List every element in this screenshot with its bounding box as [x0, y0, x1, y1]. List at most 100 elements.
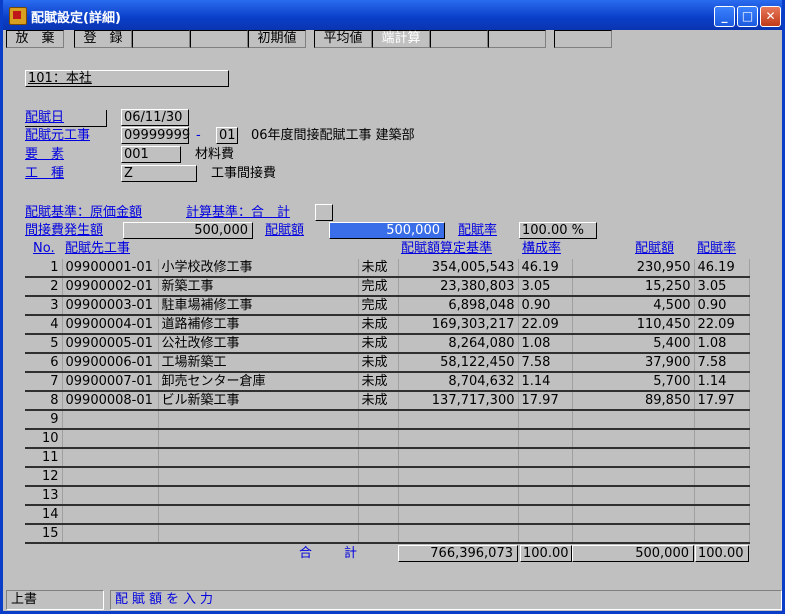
cell-alloc-amount[interactable]: 5,400 — [572, 334, 695, 354]
fkey-rounding[interactable]: 端計算 — [372, 30, 430, 48]
cell-ratio[interactable] — [518, 505, 573, 525]
table-row[interactable]: 13 — [25, 486, 750, 506]
cell-status[interactable]: 未成 — [358, 334, 399, 354]
cell-ratio[interactable]: 0.90 — [518, 296, 573, 316]
table-row[interactable]: 3 09900003-01 駐車場補修工事 完成 6,898,048 0.90 4,500 0… — [25, 296, 750, 316]
cell-ratio[interactable]: 22.09 — [518, 315, 573, 335]
fkey-abandon[interactable]: 放 棄 — [6, 30, 64, 48]
cell-alloc-rate[interactable]: 3.05 — [694, 277, 750, 297]
cell-basis-amount[interactable] — [398, 410, 519, 430]
cell-basis-amount[interactable] — [398, 448, 519, 468]
cell-basis-amount[interactable] — [398, 429, 519, 449]
cell-alloc-rate[interactable] — [694, 410, 750, 430]
minimize-button[interactable]: _ — [714, 6, 735, 27]
cell-dest-name[interactable] — [158, 448, 359, 468]
cell-dest-name[interactable]: 公社改修工事 — [158, 334, 359, 354]
table-row[interactable]: 14 — [25, 505, 750, 525]
cell-dest-name[interactable]: 駐車場補修工事 — [158, 296, 359, 316]
table-row[interactable]: 5 09900005-01 公社改修工事 未成 8,264,080 1.08 5,400 1.… — [25, 334, 750, 354]
fkey-3[interactable] — [132, 30, 190, 48]
cell-alloc-amount[interactable]: 89,850 — [572, 391, 695, 411]
table-row[interactable]: 11 — [25, 448, 750, 468]
cell-row-number[interactable]: 8 — [25, 391, 63, 411]
cell-basis-amount[interactable]: 8,264,080 — [398, 334, 519, 354]
cell-basis-amount[interactable] — [398, 524, 519, 544]
cell-row-number[interactable]: 5 — [25, 334, 63, 354]
cell-status[interactable] — [358, 410, 399, 430]
cell-alloc-rate[interactable]: 22.09 — [694, 315, 750, 335]
cell-basis-amount[interactable]: 137,717,300 — [398, 391, 519, 411]
cell-dest-name[interactable]: 卸売センター倉庫 — [158, 372, 359, 392]
cell-alloc-rate[interactable]: 46.19 — [694, 259, 750, 278]
cell-alloc-rate[interactable]: 1.08 — [694, 334, 750, 354]
cell-dest-code[interactable] — [62, 448, 159, 468]
cell-basis-amount[interactable]: 169,303,217 — [398, 315, 519, 335]
cell-ratio[interactable] — [518, 486, 573, 506]
table-row[interactable]: 4 09900004-01 道路補修工事 未成 169,303,217 22.09 110,… — [25, 315, 750, 335]
cell-row-number[interactable]: 4 — [25, 315, 63, 335]
cell-row-number[interactable]: 9 — [25, 410, 63, 430]
cell-dest-code[interactable]: 09900007-01 — [62, 372, 159, 392]
fkey-average-value[interactable]: 平均値 — [314, 30, 372, 48]
close-button[interactable]: ✕ — [760, 6, 781, 27]
source-branch-input[interactable]: 01 — [216, 127, 238, 144]
cell-row-number[interactable]: 2 — [25, 277, 63, 297]
cell-alloc-amount[interactable] — [572, 410, 695, 430]
cell-dest-code[interactable] — [62, 486, 159, 506]
cell-basis-amount[interactable]: 354,005,543 — [398, 259, 519, 278]
element-code-input[interactable]: 001 — [121, 146, 181, 163]
cell-dest-code[interactable]: 09900001-01 — [62, 259, 159, 278]
cell-row-number[interactable]: 3 — [25, 296, 63, 316]
cell-alloc-amount[interactable] — [572, 467, 695, 487]
table-row[interactable]: 9 — [25, 410, 750, 430]
cell-alloc-amount[interactable]: 4,500 — [572, 296, 695, 316]
cell-status[interactable]: 未成 — [358, 372, 399, 392]
cell-row-number[interactable]: 7 — [25, 372, 63, 392]
cell-dest-name[interactable]: ビル新築工事 — [158, 391, 359, 411]
cell-dest-name[interactable]: 新築工事 — [158, 277, 359, 297]
cell-alloc-amount[interactable]: 37,900 — [572, 353, 695, 373]
cell-alloc-amount[interactable]: 5,700 — [572, 372, 695, 392]
cell-alloc-amount[interactable] — [572, 429, 695, 449]
cell-status[interactable]: 完成 — [358, 296, 399, 316]
cell-alloc-rate[interactable] — [694, 524, 750, 544]
cell-ratio[interactable]: 17.97 — [518, 391, 573, 411]
cell-dest-code[interactable] — [62, 467, 159, 487]
cell-dest-code[interactable] — [62, 505, 159, 525]
cell-alloc-amount[interactable]: 15,250 — [572, 277, 695, 297]
cell-ratio[interactable]: 1.08 — [518, 334, 573, 354]
cell-dest-code[interactable] — [62, 410, 159, 430]
cell-alloc-amount[interactable]: 230,950 — [572, 259, 695, 278]
cell-dest-code[interactable]: 09900006-01 — [62, 353, 159, 373]
cell-ratio[interactable] — [518, 429, 573, 449]
cell-status[interactable] — [358, 429, 399, 449]
fkey-initial-value[interactable]: 初期値 — [248, 30, 306, 48]
cell-alloc-rate[interactable]: 1.14 — [694, 372, 750, 392]
cell-dest-name[interactable]: 小学校改修工事 — [158, 259, 359, 278]
cell-status[interactable] — [358, 486, 399, 506]
cell-alloc-rate[interactable]: 17.97 — [694, 391, 750, 411]
cell-alloc-rate[interactable] — [694, 429, 750, 449]
cell-dest-name[interactable] — [158, 429, 359, 449]
cell-row-number[interactable]: 12 — [25, 467, 63, 487]
cell-row-number[interactable]: 10 — [25, 429, 63, 449]
cell-ratio[interactable]: 3.05 — [518, 277, 573, 297]
cell-status[interactable] — [358, 505, 399, 525]
title-bar[interactable]: 配賦設定(詳細) _ □ ✕ — [3, 0, 782, 30]
cell-dest-code[interactable]: 09900003-01 — [62, 296, 159, 316]
cell-basis-amount[interactable]: 23,380,803 — [398, 277, 519, 297]
cell-alloc-amount[interactable] — [572, 486, 695, 506]
table-row[interactable]: 2 09900002-01 新築工事 完成 23,380,803 3.05 15,250 3.… — [25, 277, 750, 297]
cell-dest-name[interactable] — [158, 410, 359, 430]
cell-dest-code[interactable] — [62, 524, 159, 544]
cell-row-number[interactable]: 15 — [25, 524, 63, 544]
table-row[interactable]: 10 — [25, 429, 750, 449]
cell-dest-code[interactable]: 09900005-01 — [62, 334, 159, 354]
fkey-4[interactable] — [190, 30, 248, 48]
cell-basis-amount[interactable]: 8,704,632 — [398, 372, 519, 392]
date-input[interactable]: 06/11/30 — [121, 109, 189, 126]
cell-row-number[interactable]: 1 — [25, 259, 63, 278]
cell-status[interactable]: 未成 — [358, 353, 399, 373]
cell-alloc-rate[interactable]: 0.90 — [694, 296, 750, 316]
cell-status[interactable]: 未成 — [358, 391, 399, 411]
